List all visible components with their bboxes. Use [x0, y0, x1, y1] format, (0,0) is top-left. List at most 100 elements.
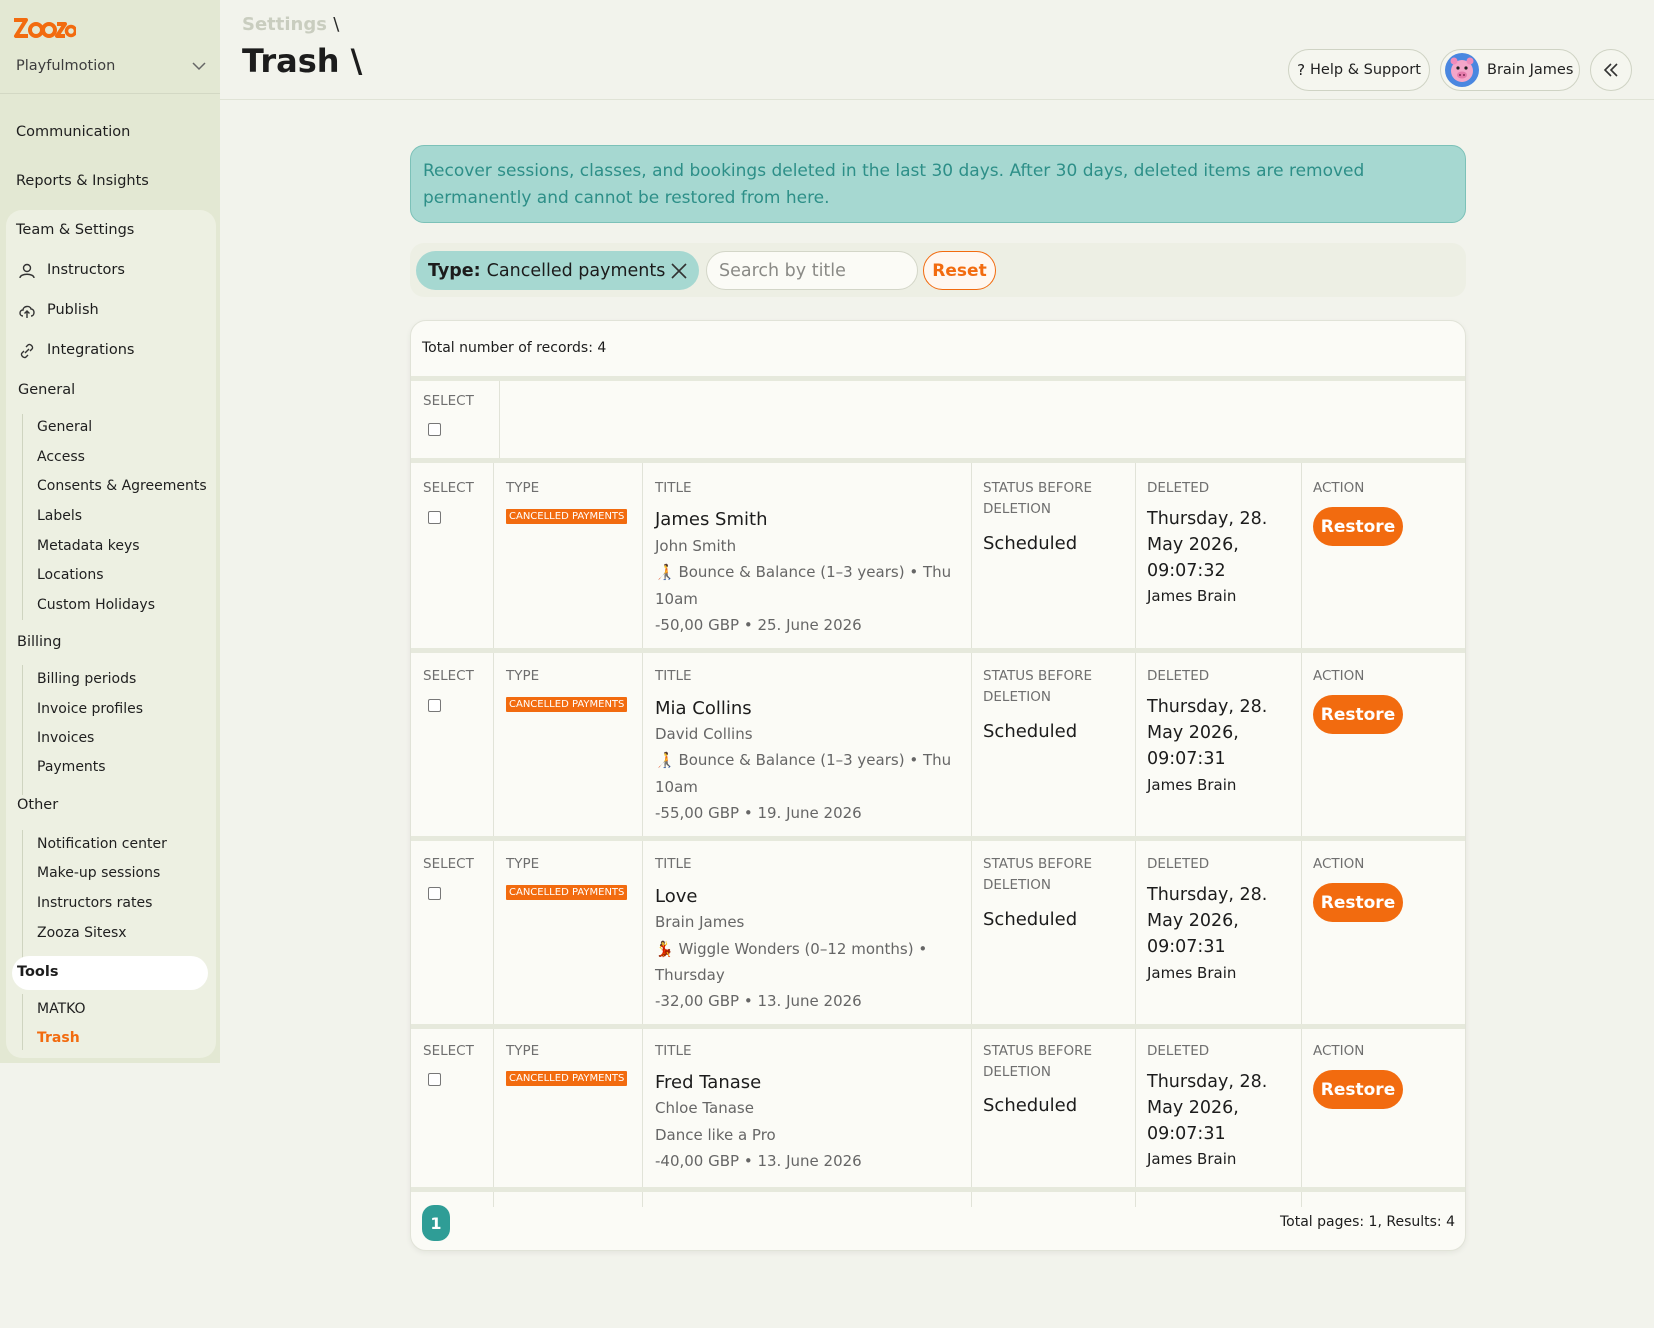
- sidebar-item-zooza-sitesx[interactable]: Zooza Sitesx: [37, 925, 127, 941]
- help-support-button[interactable]: ? Help & Support: [1288, 49, 1430, 91]
- restore-button[interactable]: Restore: [1313, 695, 1403, 734]
- row-course-time: Thursday: [655, 966, 725, 984]
- pagination-page-1[interactable]: 1: [422, 1205, 450, 1241]
- sidebar-group-general: General: [18, 382, 76, 398]
- sidebar-item-notification-center[interactable]: Notification center: [37, 836, 167, 852]
- row-checkbox[interactable]: [428, 1073, 441, 1086]
- sidebar-item-communication[interactable]: Communication: [16, 124, 130, 140]
- row-title: Mia Collins: [655, 698, 752, 719]
- sidebar-item-custom-holidays[interactable]: Custom Holidays: [37, 597, 155, 613]
- search-input[interactable]: [706, 251, 918, 290]
- breadcrumb: Settings \: [242, 14, 339, 35]
- sidebar-item-labels[interactable]: Labels: [37, 508, 82, 524]
- row-deleted-by: James Brain: [1147, 1150, 1237, 1168]
- user-icon: [19, 263, 35, 279]
- row-checkbox[interactable]: [428, 699, 441, 712]
- status-label-1: STATUS BEFORE: [983, 856, 1093, 872]
- row-checkbox[interactable]: [428, 887, 441, 900]
- breadcrumb-settings[interactable]: Settings: [242, 14, 327, 35]
- title-label: TITLE: [655, 856, 692, 872]
- row-deleted-date: May 2026,: [1147, 911, 1239, 931]
- column-divider: [1135, 463, 1136, 1207]
- row-amount: -40,00 GBP • 13. June 2026: [655, 1152, 862, 1170]
- row-amount: -50,00 GBP • 25. June 2026: [655, 616, 862, 634]
- row-course: 🧑‍🦯 Bounce & Balance (1–3 years) • Thu: [655, 751, 952, 769]
- row-deleted-date: Thursday, 28.: [1147, 697, 1268, 717]
- zooza-logo[interactable]: [12, 14, 76, 42]
- row-deleted-date: Thursday, 28.: [1147, 1072, 1268, 1092]
- column-divider: [1301, 463, 1302, 1207]
- row-status: Scheduled: [983, 909, 1078, 930]
- sidebar-item-publish[interactable]: Publish: [47, 302, 99, 318]
- action-label: ACTION: [1313, 480, 1365, 496]
- type-label: TYPE: [506, 668, 540, 684]
- sidebar-item-consents[interactable]: Consents & Agreements: [37, 478, 207, 494]
- row-parent: John Smith: [655, 537, 737, 555]
- restore-button[interactable]: Restore: [1313, 883, 1403, 922]
- type-filter-chip[interactable]: Type: Cancelled payments: [416, 251, 699, 290]
- sidebar-item-general[interactable]: General: [37, 419, 92, 435]
- row-separator: [411, 376, 1465, 381]
- sidebar-item-locations[interactable]: Locations: [37, 567, 104, 583]
- sidebar-item-invoices[interactable]: Invoices: [37, 730, 94, 746]
- row-checkbox[interactable]: [428, 511, 441, 524]
- sidebar-item-metadata-keys[interactable]: Metadata keys: [37, 538, 140, 554]
- deleted-label: DELETED: [1147, 480, 1210, 496]
- row-status: Scheduled: [983, 721, 1078, 742]
- sidebar-item-reports[interactable]: Reports & Insights: [16, 173, 149, 189]
- row-course-time: 10am: [655, 778, 698, 796]
- row-deleted-time: 09:07:31: [1147, 937, 1226, 957]
- select-label: SELECT: [423, 668, 474, 684]
- row-deleted-by: James Brain: [1147, 587, 1237, 605]
- row-title: James Smith: [655, 509, 768, 530]
- row-deleted-time: 09:07:32: [1147, 561, 1226, 581]
- org-name: Playfulmotion: [16, 58, 116, 74]
- title-label: TITLE: [655, 668, 692, 684]
- sidebar-item-instructors-rates[interactable]: Instructors rates: [37, 895, 152, 911]
- sidebar-item-integrations[interactable]: Integrations: [47, 342, 134, 358]
- type-badge: CANCELLED PAYMENTS: [506, 1071, 628, 1086]
- sidebar-item-trash[interactable]: Trash: [37, 1030, 80, 1046]
- select-all-checkbox[interactable]: [428, 423, 441, 436]
- restore-button[interactable]: Restore: [1313, 1070, 1403, 1109]
- avatar: [1445, 53, 1479, 87]
- sidebar-item-matko[interactable]: MATKO: [37, 1001, 86, 1017]
- pig-avatar-icon: [1450, 57, 1474, 82]
- sidebar-item-makeup-sessions[interactable]: Make-up sessions: [37, 865, 160, 881]
- select-label: SELECT: [423, 480, 474, 496]
- sidebar-item-billing-periods[interactable]: Billing periods: [37, 671, 136, 687]
- chip-value: Cancelled payments: [486, 260, 666, 281]
- column-divider: [971, 463, 972, 1207]
- org-switcher[interactable]: Playfulmotion: [16, 55, 206, 77]
- user-menu-button[interactable]: Brain James: [1440, 49, 1580, 91]
- sidebar-item-access[interactable]: Access: [37, 449, 85, 465]
- sidebar-item-invoice-profiles[interactable]: Invoice profiles: [37, 701, 143, 717]
- restore-button[interactable]: Restore: [1313, 507, 1403, 546]
- row-deleted-date: May 2026,: [1147, 723, 1239, 743]
- deleted-label: DELETED: [1147, 1043, 1210, 1059]
- sidebar-item-instructors[interactable]: Instructors: [47, 262, 125, 278]
- row-separator: [411, 648, 1465, 653]
- sidebar-divider: [0, 93, 220, 94]
- type-label: TYPE: [506, 856, 540, 872]
- row-title: Love: [655, 886, 698, 907]
- sidebar: Playfulmotion Communication Reports & In…: [0, 0, 220, 1063]
- sidebar-group-tools[interactable]: Tools: [12, 956, 208, 990]
- reset-button[interactable]: Reset: [923, 251, 996, 290]
- help-support-label: Help & Support: [1310, 62, 1421, 78]
- group-line: [22, 994, 23, 1050]
- row-course: 🧑‍🦯 Bounce & Balance (1–3 years) • Thu: [655, 563, 952, 581]
- collapse-sidebar-button[interactable]: [1590, 49, 1632, 91]
- close-icon[interactable]: [669, 261, 689, 281]
- type-badge: CANCELLED PAYMENTS: [506, 885, 628, 900]
- page-header: Settings \ Trash \ ? Help & Support Brai…: [220, 0, 1654, 100]
- row-title: Fred Tanase: [655, 1072, 762, 1093]
- team-settings-panel: Team & Settings Instructors Publish Inte…: [6, 210, 216, 1058]
- select-label: SELECT: [423, 1043, 474, 1059]
- status-label-2: DELETION: [983, 689, 1051, 705]
- column-divider: [642, 463, 643, 1207]
- sidebar-item-payments[interactable]: Payments: [37, 759, 106, 775]
- row-separator: [411, 836, 1465, 841]
- row-deleted-by: James Brain: [1147, 964, 1237, 982]
- sidebar-section-team-settings[interactable]: Team & Settings: [16, 222, 134, 238]
